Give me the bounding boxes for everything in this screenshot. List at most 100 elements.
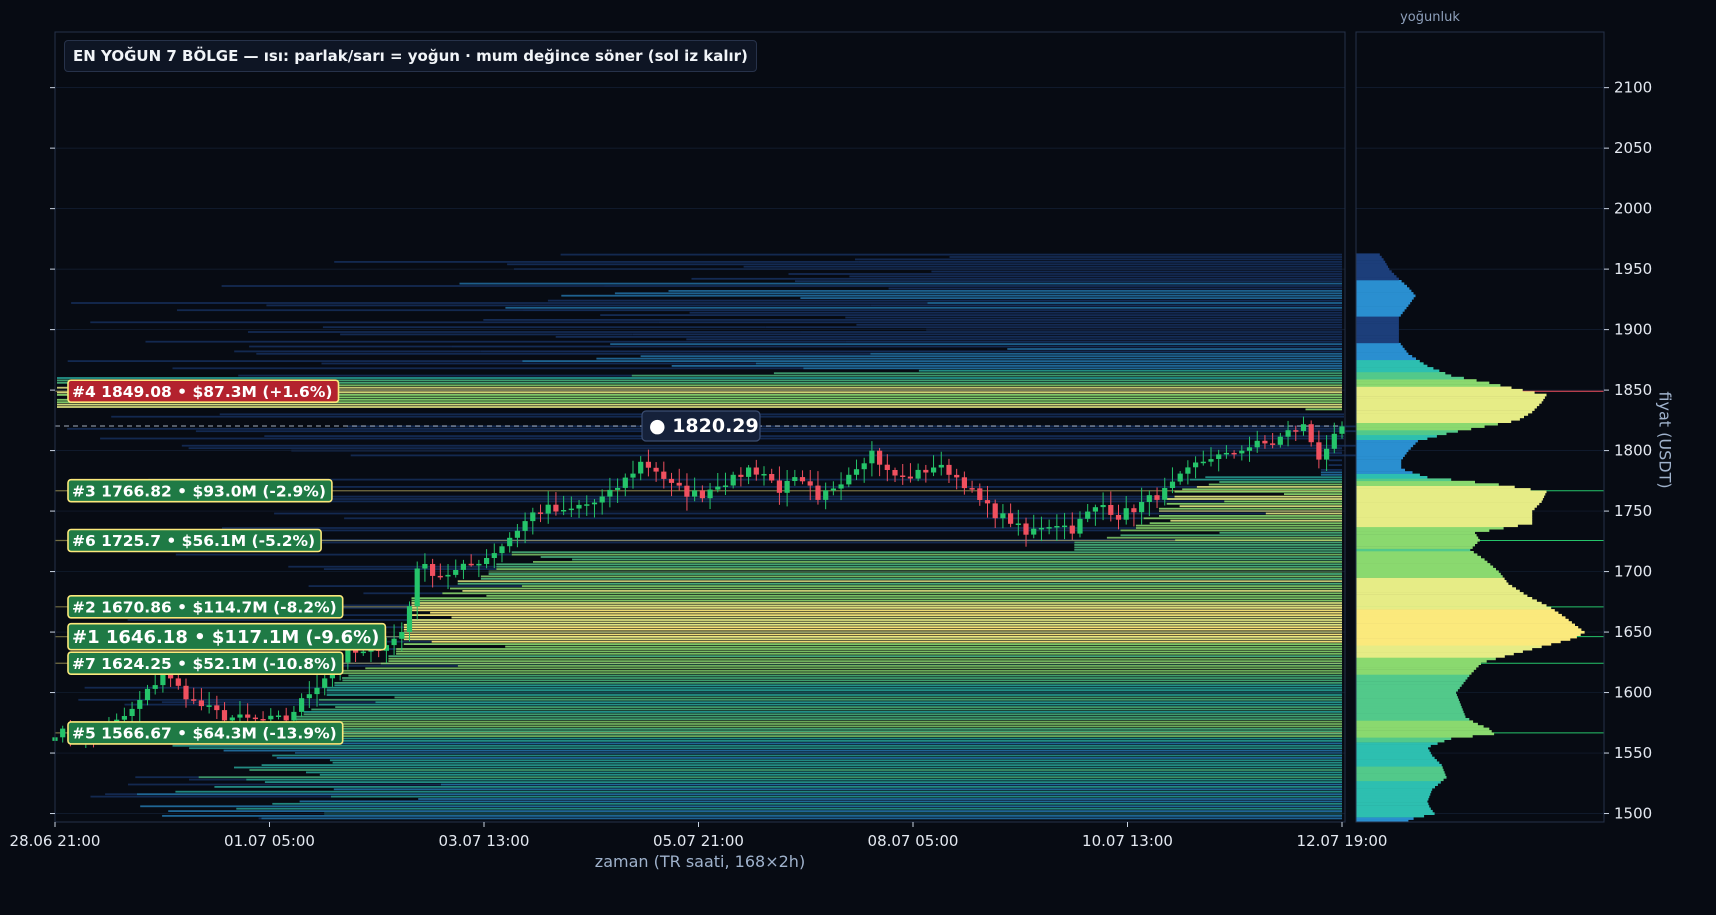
density-bar: [1356, 563, 1491, 566]
heat-band: [1320, 473, 1342, 476]
x-tick-label: 03.07 13:00: [439, 832, 530, 850]
candle-body: [938, 464, 944, 468]
zone-label-3: #3 1766.82 • $93.0M (-2.9%): [67, 478, 333, 503]
candle-body: [1254, 440, 1260, 448]
density-bar: [1356, 797, 1429, 801]
y-tick-label: 1700: [1614, 563, 1652, 581]
density-bar: [1356, 623, 1575, 627]
candle-body: [946, 464, 952, 475]
density-bar: [1356, 299, 1412, 303]
heat-band: [459, 282, 1342, 285]
heat-band: [299, 800, 1343, 803]
candle-body: [553, 504, 559, 512]
heat-band: [631, 374, 1342, 377]
density-bar: [1356, 553, 1478, 557]
heat-band: [403, 623, 1342, 626]
density-bar: [1356, 282, 1405, 286]
heat-band: [488, 573, 1343, 575]
density-bar: [1356, 524, 1518, 528]
zone-label-2: #2 1670.86 • $114.7M (-8.2%): [67, 594, 344, 619]
density-bar: [1356, 340, 1399, 344]
heat-band: [632, 333, 1342, 336]
heat-band: [691, 277, 1342, 280]
density-bar: [1356, 512, 1533, 515]
density-bar: [1356, 505, 1537, 508]
x-tick-label: 28.06 21:00: [10, 832, 101, 850]
heat-trace: [195, 430, 1395, 433]
heat-trace: [256, 352, 871, 355]
heat-band: [396, 652, 1343, 655]
candle-body: [507, 537, 513, 547]
candle-body: [1262, 440, 1268, 444]
heat-band: [57, 406, 1342, 408]
zone-label-6: #6 1725.7 • $56.1M (-5.2%): [67, 528, 322, 553]
density-bar: [1356, 705, 1462, 709]
heat-trace: [124, 703, 319, 706]
candle-body: [206, 705, 212, 707]
heat-band: [295, 725, 1342, 728]
heat-band: [234, 766, 1342, 769]
density-bar: [1356, 309, 1405, 312]
density-bar: [1356, 647, 1533, 651]
heat-band: [319, 703, 1342, 706]
candle-body: [1023, 523, 1029, 535]
heat-band: [348, 674, 1342, 677]
density-bar: [1356, 529, 1490, 532]
heat-band: [640, 355, 1342, 358]
candle-body: [1131, 508, 1137, 513]
candle-body: [1031, 528, 1037, 535]
heat-band: [411, 602, 1342, 604]
density-bar: [1356, 655, 1505, 658]
candle-body: [1015, 523, 1021, 525]
candle-body: [761, 474, 767, 476]
heat-band: [511, 551, 1342, 554]
density-bar: [1356, 597, 1533, 600]
heat-band: [795, 280, 1342, 283]
heat-band: [411, 619, 1342, 621]
heat-band: [845, 316, 1342, 319]
candle-body: [1139, 502, 1145, 513]
heat-band: [1120, 529, 1342, 532]
heat-trace: [363, 592, 443, 595]
density-bar: [1356, 691, 1456, 694]
density-bar: [1356, 645, 1542, 649]
candle-body: [530, 512, 536, 522]
heat-band: [319, 698, 1342, 701]
density-bar: [1356, 718, 1470, 721]
x-tick-label: 01.07 05:00: [224, 832, 315, 850]
heat-band: [1074, 548, 1342, 551]
heat-band: [918, 369, 1342, 372]
density-bar: [1356, 676, 1468, 680]
heat-band: [168, 810, 1343, 812]
heat-band: [949, 256, 1342, 258]
heat-trace: [78, 698, 319, 701]
heat-band: [431, 640, 1343, 643]
heat-band: [223, 749, 1343, 752]
heat-band: [403, 638, 1342, 641]
heat-band: [440, 783, 1342, 786]
candle-body: [684, 485, 690, 497]
candle-body: [823, 490, 829, 500]
candle-body: [1154, 495, 1160, 500]
density-bar: [1356, 807, 1431, 811]
density-bar: [1356, 751, 1431, 755]
heat-band: [162, 815, 1343, 817]
x-tick-label: 10.07 13:00: [1082, 832, 1173, 850]
density-bar: [1356, 667, 1477, 670]
density-bar: [1356, 664, 1479, 668]
density-bar: [1356, 480, 1475, 484]
density-bar: [1356, 785, 1435, 789]
density-bar: [1356, 613, 1562, 617]
density-bar: [1356, 454, 1405, 457]
density-bar: [1356, 754, 1433, 757]
heat-trace: [219, 486, 1197, 488]
density-bar: [1356, 500, 1542, 503]
density-bar: [1356, 587, 1516, 590]
density-bar: [1356, 783, 1438, 786]
heat-band: [295, 723, 1342, 725]
candle-body: [707, 489, 713, 499]
density-bar: [1356, 342, 1401, 346]
heat-band: [457, 580, 1342, 583]
heat-band: [418, 798, 1342, 800]
heat-band: [306, 771, 1342, 774]
